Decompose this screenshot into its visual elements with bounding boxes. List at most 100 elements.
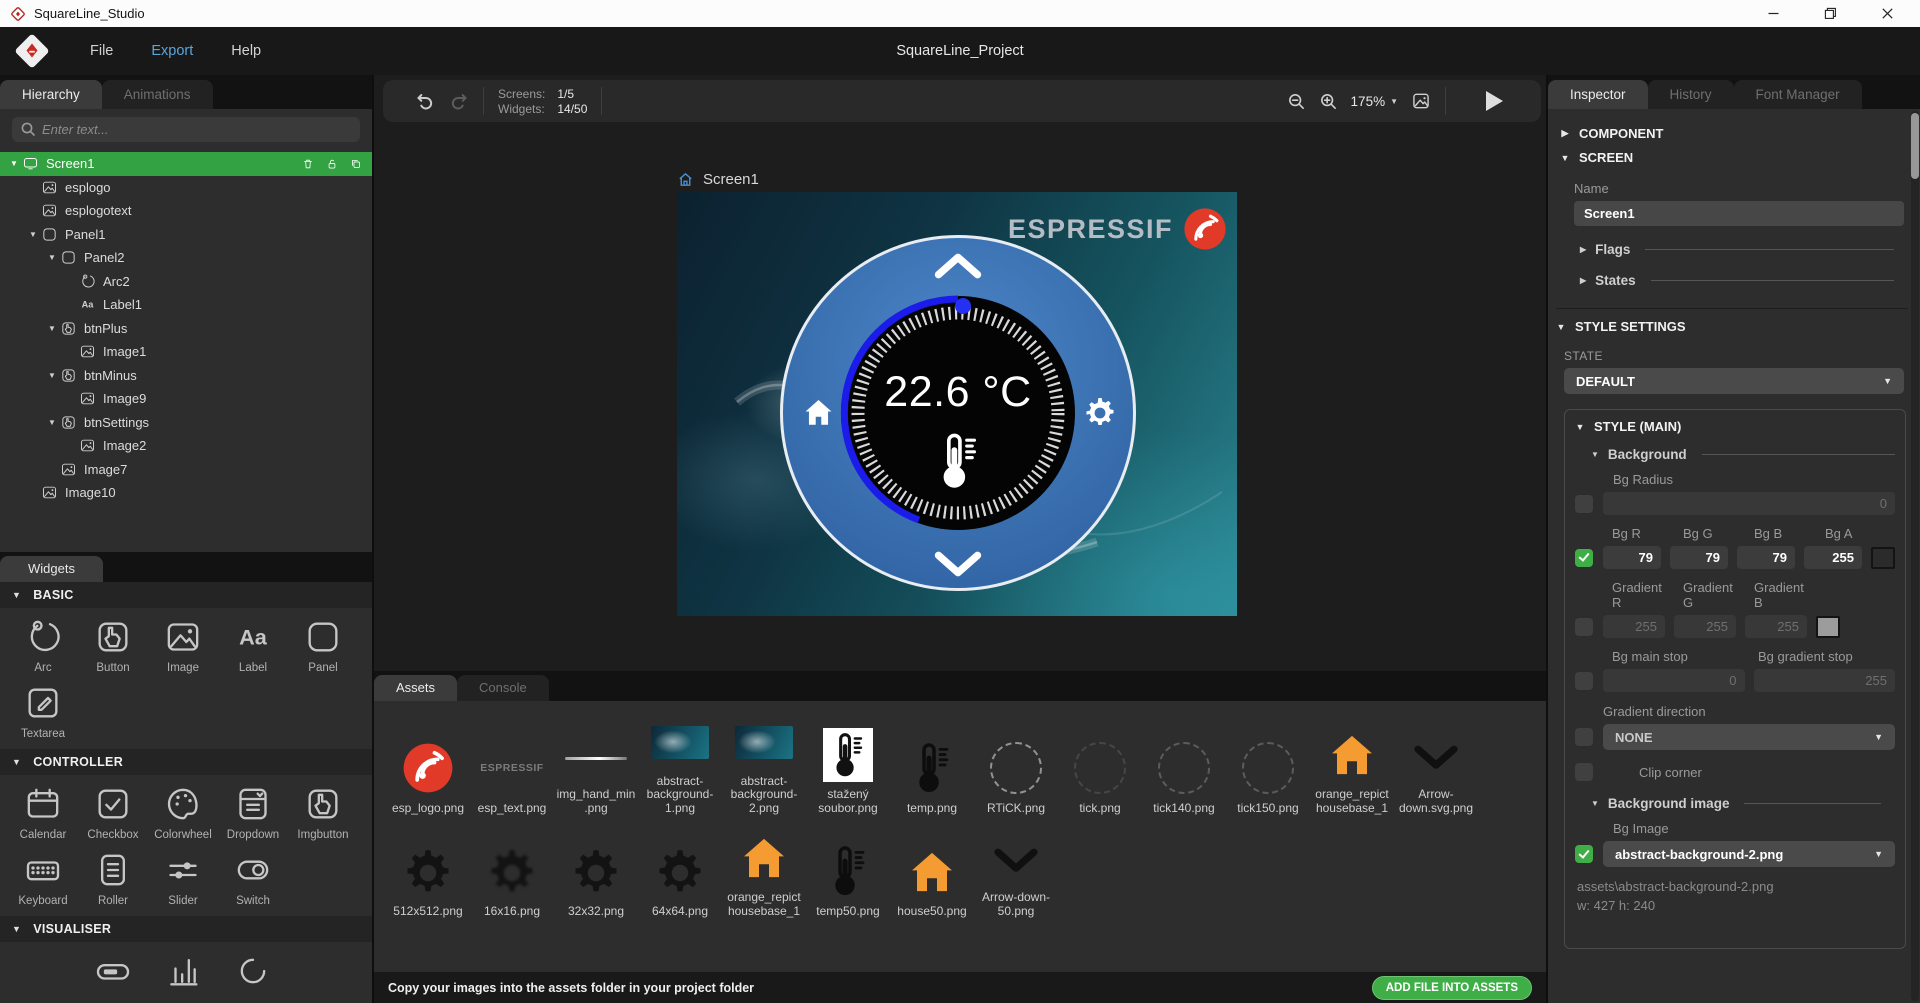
asset-item[interactable]: orange_repict housebase_1 [722,829,806,918]
menu-file[interactable]: File [90,43,113,59]
tree-item-panel2[interactable]: ▼Panel2 [0,246,372,270]
asset-item[interactable]: tick.png [1058,740,1142,815]
tree-item-btnplus[interactable]: ▼btnPlus [0,317,372,341]
gradient-direction-dropdown[interactable]: NONE ▼ [1603,724,1895,750]
asset-item[interactable]: 16x16.png [470,843,554,918]
asset-item[interactable]: 64x64.png [638,843,722,918]
asset-item[interactable]: abstract-background-1.png [638,713,722,815]
widget-slider[interactable]: Slider [148,850,218,907]
gradient-b-input[interactable]: 255 [1745,615,1807,638]
bg-g-input[interactable]: 79 [1670,546,1728,569]
unlock-icon[interactable] [325,157,339,171]
increase-temp-button[interactable] [926,253,990,279]
tree-item-panel1[interactable]: ▼Panel1 [0,223,372,247]
widget-imgbutton[interactable]: Imgbutton [288,784,358,841]
background-section-header[interactable]: ▼ Background [1591,447,1895,462]
inspector-scrollbar[interactable] [1911,111,1919,1001]
delete-icon[interactable] [301,157,315,171]
asset-item[interactable]: img_hand_min.png [554,726,638,815]
bg-stops-checkbox[interactable] [1575,672,1593,690]
add-file-into-assets-button[interactable]: ADD FILE INTO ASSETS [1372,976,1532,1000]
states-section[interactable]: ▶ States [1580,273,1894,288]
tree-item-image7[interactable]: Image7 [0,458,372,482]
asset-item[interactable]: Arrow-down.svg.png [1394,726,1478,815]
home-button[interactable] [800,395,837,432]
tab-hierarchy[interactable]: Hierarchy [0,80,102,109]
widget-panel[interactable]: Panel [288,617,358,674]
tree-item-image9[interactable]: Image9 [0,387,372,411]
expander-icon[interactable]: ▼ [44,418,60,427]
expander-icon[interactable]: ▼ [44,371,60,380]
expander-icon[interactable]: ▼ [44,324,60,333]
screen-section-header[interactable]: ▼ SCREEN [1560,150,1908,165]
tree-item-arc2[interactable]: Arc2 [0,270,372,294]
menu-export[interactable]: Export [151,43,193,59]
gradient-color-swatch[interactable] [1816,616,1840,638]
gradient-g-input[interactable]: 255 [1674,615,1736,638]
tree-item-label1[interactable]: AaLabel1 [0,293,372,317]
widget-roller[interactable]: Roller [78,850,148,907]
widget-button[interactable]: Button [78,617,148,674]
redo-icon[interactable] [448,91,469,112]
bg-radius-input[interactable]: 0 [1603,492,1895,515]
widget-keyboard[interactable]: Keyboard [8,850,78,907]
background-image-section-header[interactable]: ▼ Background image [1591,796,1881,811]
asset-item[interactable]: orange_repict housebase_1 [1310,726,1394,815]
zoom-out-icon[interactable] [1287,92,1306,111]
tab-console[interactable]: Console [457,675,549,701]
asset-item[interactable]: stažený soubor.png [806,726,890,815]
asset-item[interactable]: house50.png [890,843,974,918]
gradient-direction-checkbox[interactable] [1575,728,1593,746]
asset-item[interactable]: abstract-background-2.png [722,713,806,815]
widget-calendar[interactable]: Calendar [8,784,78,841]
expander-icon[interactable]: ▼ [25,230,41,239]
expander-icon[interactable]: ▼ [6,159,22,168]
asset-item[interactable]: temp50.png [806,843,890,918]
temperature-dial[interactable]: 22.6 °C [839,294,1077,532]
component-section-header[interactable]: ▶ COMPONENT [1560,126,1908,141]
widget-slot[interactable] [78,951,148,991]
tab-widgets[interactable]: Widgets [0,556,103,582]
asset-item[interactable]: tick150.png [1226,740,1310,815]
flags-section[interactable]: ▶ Flags [1580,242,1894,257]
asset-item[interactable]: Arrow-down-50.png [974,829,1058,918]
gradient-color-checkbox[interactable] [1575,618,1593,636]
tree-item-esplogo[interactable]: esplogo [0,176,372,200]
tab-animations[interactable]: Animations [102,80,213,109]
bg-radius-checkbox[interactable] [1575,495,1593,513]
search-input[interactable] [12,117,360,142]
design-canvas[interactable]: ESPRESSIF [677,192,1237,616]
tab-assets[interactable]: Assets [374,675,457,701]
tree-item-btnminus[interactable]: ▼btnMinus [0,364,372,388]
widget-slot[interactable] [148,951,218,991]
expander-icon[interactable]: ▼ [44,253,60,262]
tree-item-image10[interactable]: Image10 [0,481,372,505]
widget-label[interactable]: AaLabel [218,617,288,674]
scrollbar-thumb[interactable] [1911,113,1919,179]
asset-item[interactable]: RTiCK.png [974,740,1058,815]
tree-item-esplogotext[interactable]: esplogotext [0,199,372,223]
decrease-temp-button[interactable] [926,551,990,577]
tree-item-screen1[interactable]: ▼Screen1 [0,152,372,176]
style-main-header[interactable]: ▼ STYLE (MAIN) [1575,419,1895,434]
restore-button[interactable] [1824,7,1837,20]
settings-gear-icon[interactable] [1082,395,1118,431]
fit-image-icon[interactable] [1411,91,1431,111]
tab-history[interactable]: History [1648,80,1734,109]
widget-switch[interactable]: Switch [218,850,288,907]
bg-image-checkbox[interactable] [1575,845,1593,863]
bg-color-swatch[interactable] [1871,547,1895,569]
bg-r-input[interactable]: 79 [1603,546,1661,569]
widget-checkbox[interactable]: Checkbox [78,784,148,841]
tree-item-image1[interactable]: Image1 [0,340,372,364]
clip-corner-checkbox[interactable] [1575,763,1593,781]
asset-item[interactable]: tick140.png [1142,740,1226,815]
duplicate-icon[interactable] [349,157,363,171]
section-header-controller[interactable]: ▼CONTROLLER [0,749,372,775]
widget-image[interactable]: Image [148,617,218,674]
tab-inspector[interactable]: Inspector [1548,80,1648,109]
tab-font-manager[interactable]: Font Manager [1734,80,1862,109]
minimize-button[interactable] [1767,7,1780,20]
bg-main-stop-input[interactable]: 0 [1603,669,1745,692]
zoom-caret-icon[interactable]: ▼ [1390,97,1398,106]
